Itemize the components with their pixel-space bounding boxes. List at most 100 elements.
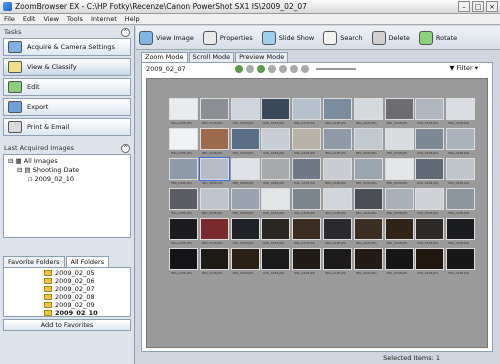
thumbnail[interactable]: IMG_0438.JPG xyxy=(169,188,198,215)
thumbnail[interactable]: IMG_0438.JPG xyxy=(198,157,230,185)
thumbnail[interactable]: IMG_0438.JPG xyxy=(322,248,352,275)
info-icon[interactable] xyxy=(279,65,287,73)
properties-button[interactable]: Properties xyxy=(202,30,253,45)
thumbnail[interactable]: IMG_0438.JPG xyxy=(261,128,291,155)
task-view-classify[interactable]: View & Classify xyxy=(3,58,131,76)
tab-all-folders[interactable]: All Folders xyxy=(65,256,110,267)
thumbnail[interactable]: IMG_0438.JPG xyxy=(261,188,291,215)
sort-icon[interactable] xyxy=(268,65,276,73)
tab-favorite-folders[interactable]: Favorite Folders xyxy=(3,256,65,267)
thumbnail[interactable]: IMG_0438.JPG xyxy=(261,218,291,245)
thumbnail[interactable]: IMG_0438.JPG xyxy=(230,98,260,125)
thumbnail[interactable]: IMG_0438.JPG xyxy=(292,128,322,155)
thumbnail[interactable]: IMG_0438.JPG xyxy=(353,98,383,125)
thumbnail[interactable]: IMG_0438.JPG xyxy=(230,218,260,245)
thumbnail[interactable]: IMG_0438.JPG xyxy=(353,218,383,245)
thumbnail[interactable]: IMG_0438.JPG xyxy=(415,218,445,245)
thumbnail[interactable]: IMG_0438.JPG xyxy=(415,128,445,155)
forward-icon[interactable] xyxy=(246,65,254,73)
folder-item[interactable]: 2009_02_10 xyxy=(44,309,126,316)
thumbnail[interactable]: IMG_0438.JPG xyxy=(199,188,229,215)
delete-button[interactable]: Delete xyxy=(371,30,410,45)
menu-internet[interactable]: Internet xyxy=(87,15,121,23)
thumbnail[interactable]: IMG_0438.JPG xyxy=(415,98,445,125)
thumbnail[interactable]: IMG_0438.JPG xyxy=(446,98,476,125)
collapse-icon[interactable]: ^ xyxy=(121,27,130,37)
close-button[interactable]: × xyxy=(486,1,498,12)
maximize-button[interactable]: □ xyxy=(472,1,484,12)
folder-item[interactable]: 2009_02_07 xyxy=(44,285,126,293)
thumbnail[interactable]: IMG_0438.JPG xyxy=(353,158,383,185)
thumbnail[interactable]: IMG_0438.JPG xyxy=(292,98,322,125)
search-button[interactable]: Search xyxy=(323,30,363,45)
menu-file[interactable]: File xyxy=(0,15,19,23)
thumbnail[interactable]: IMG_0438.JPG xyxy=(384,188,414,215)
thumbnail[interactable]: IMG_0438.JPG xyxy=(415,188,445,215)
collapse-icon[interactable]: ^ xyxy=(121,143,130,153)
thumbnail[interactable]: IMG_0438.JPG xyxy=(353,248,383,275)
thumbnail[interactable]: IMG_0438.JPG xyxy=(322,128,352,155)
task-acquire[interactable]: Acquire & Camera Settings xyxy=(3,38,131,56)
folder-item[interactable]: 2009_02_09 xyxy=(44,301,126,309)
thumbnail[interactable]: IMG_0438.JPG xyxy=(446,158,476,185)
thumbnail[interactable]: IMG_0438.JPG xyxy=(199,128,229,155)
thumbnail[interactable]: IMG_0438.JPG xyxy=(292,248,322,275)
slide-show-button[interactable]: Slide Show xyxy=(261,30,314,45)
thumbnail[interactable]: IMG_0438.JPG xyxy=(292,158,322,185)
thumbnail[interactable]: IMG_0438.JPG xyxy=(169,218,198,245)
folder-item[interactable]: 2009_02_08 xyxy=(44,293,126,301)
tab-scroll-mode[interactable]: Scroll Mode xyxy=(188,52,235,62)
view-image-button[interactable]: View Image xyxy=(139,30,194,45)
thumbnail[interactable]: IMG_0438.JPG xyxy=(261,158,291,185)
thumbnail[interactable]: IMG_0438.JPG xyxy=(446,248,476,275)
thumbnail[interactable]: IMG_0438.JPG xyxy=(384,128,414,155)
zoom-in-icon[interactable] xyxy=(290,65,298,73)
thumbnail[interactable]: IMG_0438.JPG xyxy=(322,158,352,185)
task-print-email[interactable]: Print & Email xyxy=(3,118,131,136)
up-icon[interactable] xyxy=(257,65,265,73)
thumbnail[interactable]: IMG_0438.JPG xyxy=(261,248,291,275)
menu-view[interactable]: View xyxy=(39,15,62,23)
tree-all-images[interactable]: ⊟ ▦ All Images xyxy=(8,157,126,166)
thumbnail[interactable]: IMG_0438.JPG xyxy=(322,188,352,215)
thumbnail[interactable]: IMG_0438.JPG xyxy=(384,248,414,275)
thumbnail[interactable]: IMG_0438.JPG xyxy=(230,188,260,215)
thumbnail[interactable]: IMG_0438.JPG xyxy=(261,98,291,125)
thumbnail[interactable]: IMG_0438.JPG xyxy=(384,98,414,125)
thumbnail[interactable]: IMG_0438.JPG xyxy=(169,158,198,185)
thumbnail[interactable]: IMG_0438.JPG xyxy=(446,218,476,245)
task-edit[interactable]: Edit xyxy=(3,78,131,96)
thumbnail[interactable]: IMG_0438.JPG xyxy=(292,218,322,245)
thumbnail[interactable]: IMG_0438.JPG xyxy=(415,248,445,275)
thumbnail[interactable]: IMG_0438.JPG xyxy=(353,128,383,155)
minimize-button[interactable]: – xyxy=(458,1,470,12)
thumbnail[interactable]: IMG_0438.JPG xyxy=(199,248,229,275)
thumbnail[interactable]: IMG_0438.JPG xyxy=(384,158,414,185)
tree-shooting-date[interactable]: ⊟ ▤ Shooting Date xyxy=(8,166,126,175)
filter-button[interactable]: ▼ Filter ▾ xyxy=(449,64,478,72)
thumbnail[interactable]: IMG_0438.JPG xyxy=(230,128,260,155)
tab-preview-mode[interactable]: Preview Mode xyxy=(235,52,289,62)
menu-tools[interactable]: Tools xyxy=(63,15,87,23)
tab-zoom-mode[interactable]: Zoom Mode xyxy=(141,52,188,62)
zoom-slider[interactable] xyxy=(316,68,356,70)
thumbnail[interactable]: IMG_0438.JPG xyxy=(446,128,476,155)
menu-edit[interactable]: Edit xyxy=(19,15,40,23)
back-icon[interactable] xyxy=(235,65,243,73)
thumbnail[interactable]: IMG_0438.JPG xyxy=(199,218,229,245)
thumbnail[interactable]: IMG_0438.JPG xyxy=(292,188,322,215)
thumbnail[interactable]: IMG_0438.JPG xyxy=(415,158,445,185)
thumbnail[interactable]: IMG_0438.JPG xyxy=(169,98,198,125)
thumbnail[interactable]: IMG_0438.JPG xyxy=(169,128,198,155)
thumbnail[interactable]: IMG_0438.JPG xyxy=(446,188,476,215)
zoom-out-icon[interactable] xyxy=(301,65,309,73)
thumbnail[interactable]: IMG_0438.JPG xyxy=(230,248,260,275)
tree-date[interactable]: ▫ 2009_02_10 xyxy=(8,175,126,184)
thumbnail[interactable]: IMG_0438.JPG xyxy=(353,188,383,215)
folder-item[interactable]: 2009_02_05 xyxy=(44,269,126,277)
task-export[interactable]: Export xyxy=(3,98,131,116)
menu-help[interactable]: Help xyxy=(121,15,144,23)
thumbnail[interactable]: IMG_0438.JPG xyxy=(199,98,229,125)
add-to-favorites-button[interactable]: Add to Favorites xyxy=(3,319,131,331)
folder-item[interactable]: 2009_02_06 xyxy=(44,277,126,285)
